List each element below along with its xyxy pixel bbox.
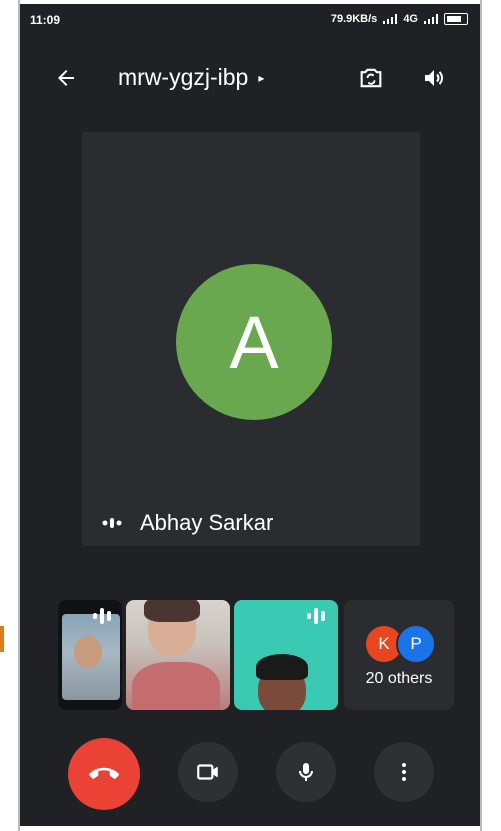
arrow-back-icon (58, 70, 74, 86)
participant-name-row: Abhay Sarkar (102, 510, 273, 536)
status-time: 11:09 (30, 13, 61, 27)
participant-name: Abhay Sarkar (140, 510, 274, 535)
volume-icon (425, 70, 443, 86)
status-bar: 11:09 79.9KB/s 4G (20, 4, 480, 38)
battery-icon (444, 13, 468, 25)
camera-icon (197, 764, 218, 780)
edge-marker (0, 626, 4, 652)
top-bar: mrw-ygzj-ibp ▸ (20, 48, 480, 108)
more-vert-icon (402, 763, 406, 781)
main-participant-tile[interactable]: A Abhay Sarkar (82, 132, 420, 546)
switch-camera-icon (360, 68, 382, 88)
end-call-button[interactable] (68, 738, 140, 810)
network-speed: 79.9KB/s (330, 13, 378, 25)
call-controls (20, 738, 480, 810)
meeting-code: mrw-ygzj-ibp (118, 64, 249, 90)
others-tile[interactable]: K P 20 others (344, 600, 454, 710)
camera-toggle-button[interactable] (178, 742, 238, 802)
caret-right-icon: ▸ (258, 70, 265, 85)
mic-toggle-button[interactable] (276, 742, 336, 802)
end-call-icon (89, 767, 119, 779)
participant-video-hair (144, 600, 200, 622)
self-video-face (74, 636, 102, 668)
switch-camera-button[interactable] (353, 60, 389, 96)
other-avatar-p: P (396, 624, 436, 664)
phone-screen: 11:09 79.9KB/s 4G mrw-ygzj-ibp ▸ A Abhay… (20, 4, 480, 826)
screenshot-left-edge (0, 0, 20, 831)
network-type: 4G (403, 13, 418, 25)
self-view-thumbnail[interactable] (58, 600, 122, 710)
participant-avatar: A (176, 264, 332, 420)
signal-icon-2 (424, 14, 438, 24)
speaker-button[interactable] (416, 60, 452, 96)
audio-level-icon (102, 518, 122, 528)
participant-thumbnail-2[interactable] (126, 600, 230, 710)
mic-icon (299, 763, 313, 781)
more-options-button[interactable] (374, 742, 434, 802)
participant-video-body (132, 662, 220, 710)
participant-video-hair (256, 654, 308, 680)
signal-icon (383, 14, 398, 24)
status-icons: 79.9KB/s 4G (331, 13, 468, 25)
audio-level-icon (307, 608, 325, 624)
audio-level-icon (93, 608, 111, 624)
meeting-title[interactable]: mrw-ygzj-ibp ▸ (118, 64, 264, 91)
participant-thumbnails: K P 20 others (58, 600, 458, 710)
back-button[interactable] (48, 60, 84, 96)
others-count-label: 20 others (365, 670, 433, 687)
screenshot-right-edge (480, 0, 501, 831)
participant-thumbnail-3[interactable] (234, 600, 338, 710)
